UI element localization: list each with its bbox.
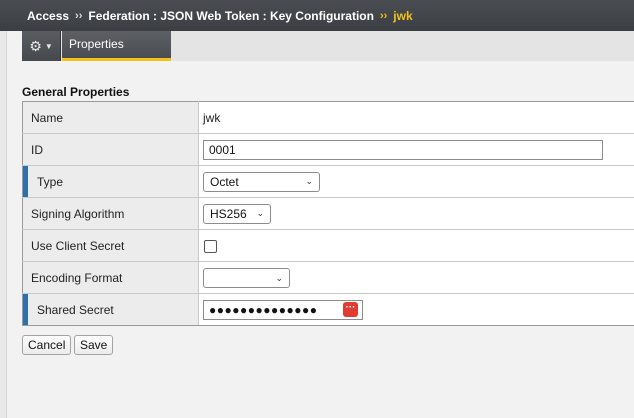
form-row-shared-secret: Shared Secret ●●●●●●●●●●●●●● ··· — [22, 293, 634, 326]
tab-properties[interactable]: Properties — [62, 31, 171, 61]
signing-algorithm-label: Signing Algorithm — [22, 197, 199, 230]
form-row-use-client-secret: Use Client Secret — [22, 229, 634, 262]
caret-down-icon: ▼ — [44, 41, 53, 51]
shared-secret-masked: ●●●●●●●●●●●●●● — [209, 302, 318, 317]
signing-algorithm-select[interactable]: HS256 ⌄ — [203, 203, 271, 224]
id-label: ID — [22, 133, 199, 166]
shared-secret-field[interactable]: ●●●●●●●●●●●●●● ··· — [203, 299, 363, 320]
save-button[interactable]: Save — [74, 335, 114, 355]
section-title: General Properties — [22, 85, 130, 99]
breadcrumb-item-key-configuration[interactable]: Federation : JSON Web Token : Key Config… — [88, 9, 374, 23]
type-label: Type — [22, 165, 199, 198]
active-tab-indicator — [62, 58, 171, 61]
form-row-type: Type Octet ⌄ — [22, 165, 634, 198]
gear-icon: ⚙ — [29, 37, 42, 54]
name-label: Name — [22, 101, 199, 134]
breadcrumb: Access ›› Federation : JSON Web Token : … — [0, 0, 634, 31]
properties-form: Name jwk ID Type Octet ⌄ Signing Algorit… — [22, 101, 634, 326]
form-row-encoding-format: Encoding Format ⌄ — [22, 261, 634, 294]
options-menu-button[interactable]: ⚙ ▼ — [22, 31, 61, 61]
signing-algorithm-selected: HS256 — [210, 206, 247, 221]
password-reveal-icon[interactable]: ··· — [343, 302, 358, 317]
type-select[interactable]: Octet ⌄ — [203, 171, 320, 192]
type-selected: Octet — [210, 174, 239, 189]
breadcrumb-item-access[interactable]: Access — [27, 9, 69, 23]
chevron-down-icon: ⌄ — [275, 272, 283, 283]
encoding-format-select[interactable]: ⌄ — [203, 268, 290, 288]
id-field[interactable] — [203, 139, 603, 160]
breadcrumb-current: jwk — [393, 8, 413, 23]
form-row-signing-algorithm: Signing Algorithm HS256 ⌄ — [22, 197, 634, 230]
chevron-down-icon: ⌄ — [256, 208, 264, 218]
form-row-id: ID — [22, 133, 634, 166]
breadcrumb-separator: ›› — [75, 9, 83, 22]
breadcrumb-separator: ›› — [379, 9, 388, 22]
chevron-down-icon: ⌄ — [305, 176, 313, 186]
encoding-format-label: Encoding Format — [22, 261, 199, 294]
form-row-name: Name jwk — [22, 101, 634, 134]
use-client-secret-checkbox[interactable] — [204, 239, 217, 253]
left-panel-edge — [0, 31, 7, 418]
tab-label: Properties — [69, 37, 124, 51]
tab-bar: ⚙ ▼ Properties — [22, 31, 634, 61]
use-client-secret-label: Use Client Secret — [22, 229, 199, 262]
cancel-button[interactable]: Cancel — [22, 335, 72, 355]
name-value: jwk — [203, 110, 221, 125]
shared-secret-label: Shared Secret — [22, 293, 199, 326]
